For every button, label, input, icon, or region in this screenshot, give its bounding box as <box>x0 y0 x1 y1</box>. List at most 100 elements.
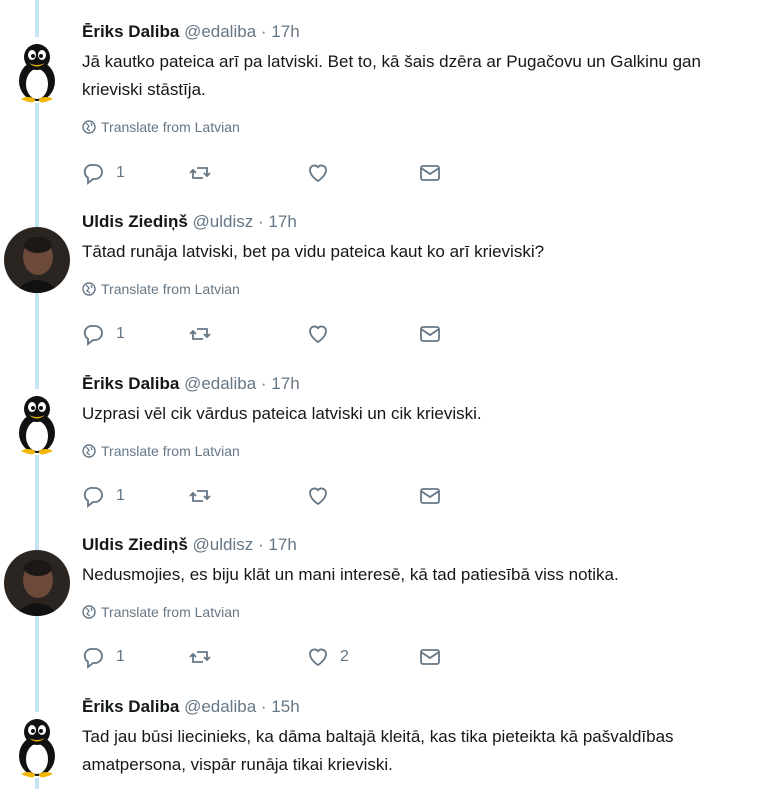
globe-icon <box>82 120 96 134</box>
author-handle[interactable]: @edaliba <box>184 697 256 716</box>
like-count: 2 <box>340 648 349 665</box>
separator-dot: · <box>258 535 264 554</box>
reply-count: 1 <box>116 648 125 665</box>
tweet-text-line: Uzprasi vēl cik vārdus pateica latviski … <box>82 404 482 423</box>
reply-icon <box>83 325 103 346</box>
translate-label: Translate from Latvian <box>101 604 240 620</box>
tweet-text: Nedusmojies, es biju klāt un mani intere… <box>82 561 768 589</box>
author-name[interactable]: Ēriks Daliba <box>82 374 179 393</box>
translate-link[interactable]: Translate from Latvian <box>82 604 240 620</box>
reply-button[interactable]: 1 <box>82 161 125 185</box>
translate-link[interactable]: Translate from Latvian <box>82 281 240 297</box>
heart-icon <box>309 164 327 183</box>
tweet-text-line: krieviski stāstīja. <box>82 80 206 99</box>
tweet-header: Ēriks Daliba @edaliba · 17h <box>82 20 300 44</box>
tweet-actions: 1 <box>82 322 462 348</box>
penguin-icon <box>19 719 55 778</box>
heart-icon <box>309 648 327 667</box>
avatar[interactable] <box>4 712 70 778</box>
tweet-text-line: Jā kautko pateica arī pa latviski. Bet t… <box>82 52 701 71</box>
tweet-text: Tātad runāja latviski, bet pa vidu patei… <box>82 238 768 266</box>
reply-icon <box>83 487 103 508</box>
separator-dot: · <box>260 697 267 716</box>
tweet-actions: 1 <box>82 161 462 187</box>
retweet-icon <box>189 328 211 340</box>
penguin-icon <box>19 44 55 103</box>
author-name[interactable]: Ēriks Daliba <box>82 22 179 41</box>
direct-message-button[interactable] <box>418 645 442 669</box>
tweet-text-line: Tātad runāja latviski, bet pa vidu patei… <box>82 242 545 261</box>
author-name[interactable]: Uldis Ziediņš <box>82 212 188 231</box>
translate-link[interactable]: Translate from Latvian <box>82 443 240 459</box>
envelope-icon <box>420 649 440 665</box>
retweet-icon <box>189 490 211 502</box>
translate-label: Translate from Latvian <box>101 119 240 135</box>
avatar[interactable] <box>4 550 70 616</box>
author-handle[interactable]: @uldisz <box>193 535 254 554</box>
timestamp[interactable]: 15h <box>271 697 299 716</box>
translate-label: Translate from Latvian <box>101 281 240 297</box>
penguin-icon <box>19 396 55 455</box>
author-handle[interactable]: @edaliba <box>184 22 256 41</box>
tweet-text-line: Tad jau būsi liecinieks, ka dāma baltajā… <box>82 727 674 746</box>
tweet-header: Uldis Ziediņš @uldisz · 17h <box>82 210 297 234</box>
person-photo <box>4 227 70 293</box>
retweet-button[interactable] <box>188 322 222 346</box>
timestamp[interactable]: 17h <box>271 22 299 41</box>
tweet-header: Uldis Ziediņš @uldisz · 17h <box>82 533 297 557</box>
timestamp[interactable]: 17h <box>271 374 299 393</box>
direct-message-button[interactable] <box>418 161 442 185</box>
like-button[interactable] <box>306 161 340 185</box>
globe-icon <box>82 605 96 619</box>
reply-button[interactable]: 1 <box>82 484 125 508</box>
like-button[interactable]: 2 <box>306 645 349 669</box>
person-photo <box>4 550 70 616</box>
separator-dot: · <box>260 22 267 41</box>
tweet-actions: 1 <box>82 484 462 510</box>
reply-button[interactable]: 1 <box>82 645 125 669</box>
separator-dot: · <box>260 374 267 393</box>
tweet-text: Uzprasi vēl cik vārdus pateica latviski … <box>82 400 768 428</box>
direct-message-button[interactable] <box>418 484 442 508</box>
reply-button[interactable]: 1 <box>82 322 125 346</box>
retweet-icon <box>189 651 211 663</box>
timestamp[interactable]: 17h <box>268 212 296 231</box>
envelope-icon <box>420 165 440 181</box>
tweet-header: Ēriks Daliba @edaliba · 17h <box>82 372 300 396</box>
heart-icon <box>309 325 327 344</box>
translate-link[interactable]: Translate from Latvian <box>82 119 240 135</box>
envelope-icon <box>420 488 440 504</box>
author-name[interactable]: Ēriks Daliba <box>82 697 179 716</box>
translate-label: Translate from Latvian <box>101 443 240 459</box>
envelope-icon <box>420 326 440 342</box>
author-name[interactable]: Uldis Ziediņš <box>82 535 188 554</box>
retweet-button[interactable] <box>188 161 222 185</box>
tweet-text: Jā kautko pateica arī pa latviski. Bet t… <box>82 48 768 104</box>
like-button[interactable] <box>306 322 340 346</box>
globe-icon <box>82 282 96 296</box>
timestamp[interactable]: 17h <box>268 535 296 554</box>
reply-icon <box>83 648 103 669</box>
reply-count: 1 <box>116 164 125 181</box>
reply-count: 1 <box>116 487 125 504</box>
like-button[interactable] <box>306 484 340 508</box>
avatar[interactable] <box>4 227 70 293</box>
tweet-text-line: Nedusmojies, es biju klāt un mani intere… <box>82 565 619 584</box>
reply-count: 1 <box>116 325 125 342</box>
avatar[interactable] <box>4 37 70 103</box>
separator-dot: · <box>258 212 264 231</box>
tweet-text: Tad jau būsi liecinieks, ka dāma baltajā… <box>82 723 768 779</box>
direct-message-button[interactable] <box>418 322 442 346</box>
retweet-button[interactable] <box>188 645 222 669</box>
tweet-text-line: amatpersona, vispār runāja tikai krievis… <box>82 755 393 774</box>
reply-icon <box>83 164 103 185</box>
author-handle[interactable]: @uldisz <box>193 212 254 231</box>
tweet-actions: 1 2 <box>82 645 462 671</box>
tweet-header: Ēriks Daliba @edaliba · 15h <box>82 695 300 719</box>
avatar[interactable] <box>4 389 70 455</box>
globe-icon <box>82 444 96 458</box>
author-handle[interactable]: @edaliba <box>184 374 256 393</box>
retweet-button[interactable] <box>188 484 222 508</box>
retweet-icon <box>189 167 211 179</box>
heart-icon <box>309 487 327 506</box>
